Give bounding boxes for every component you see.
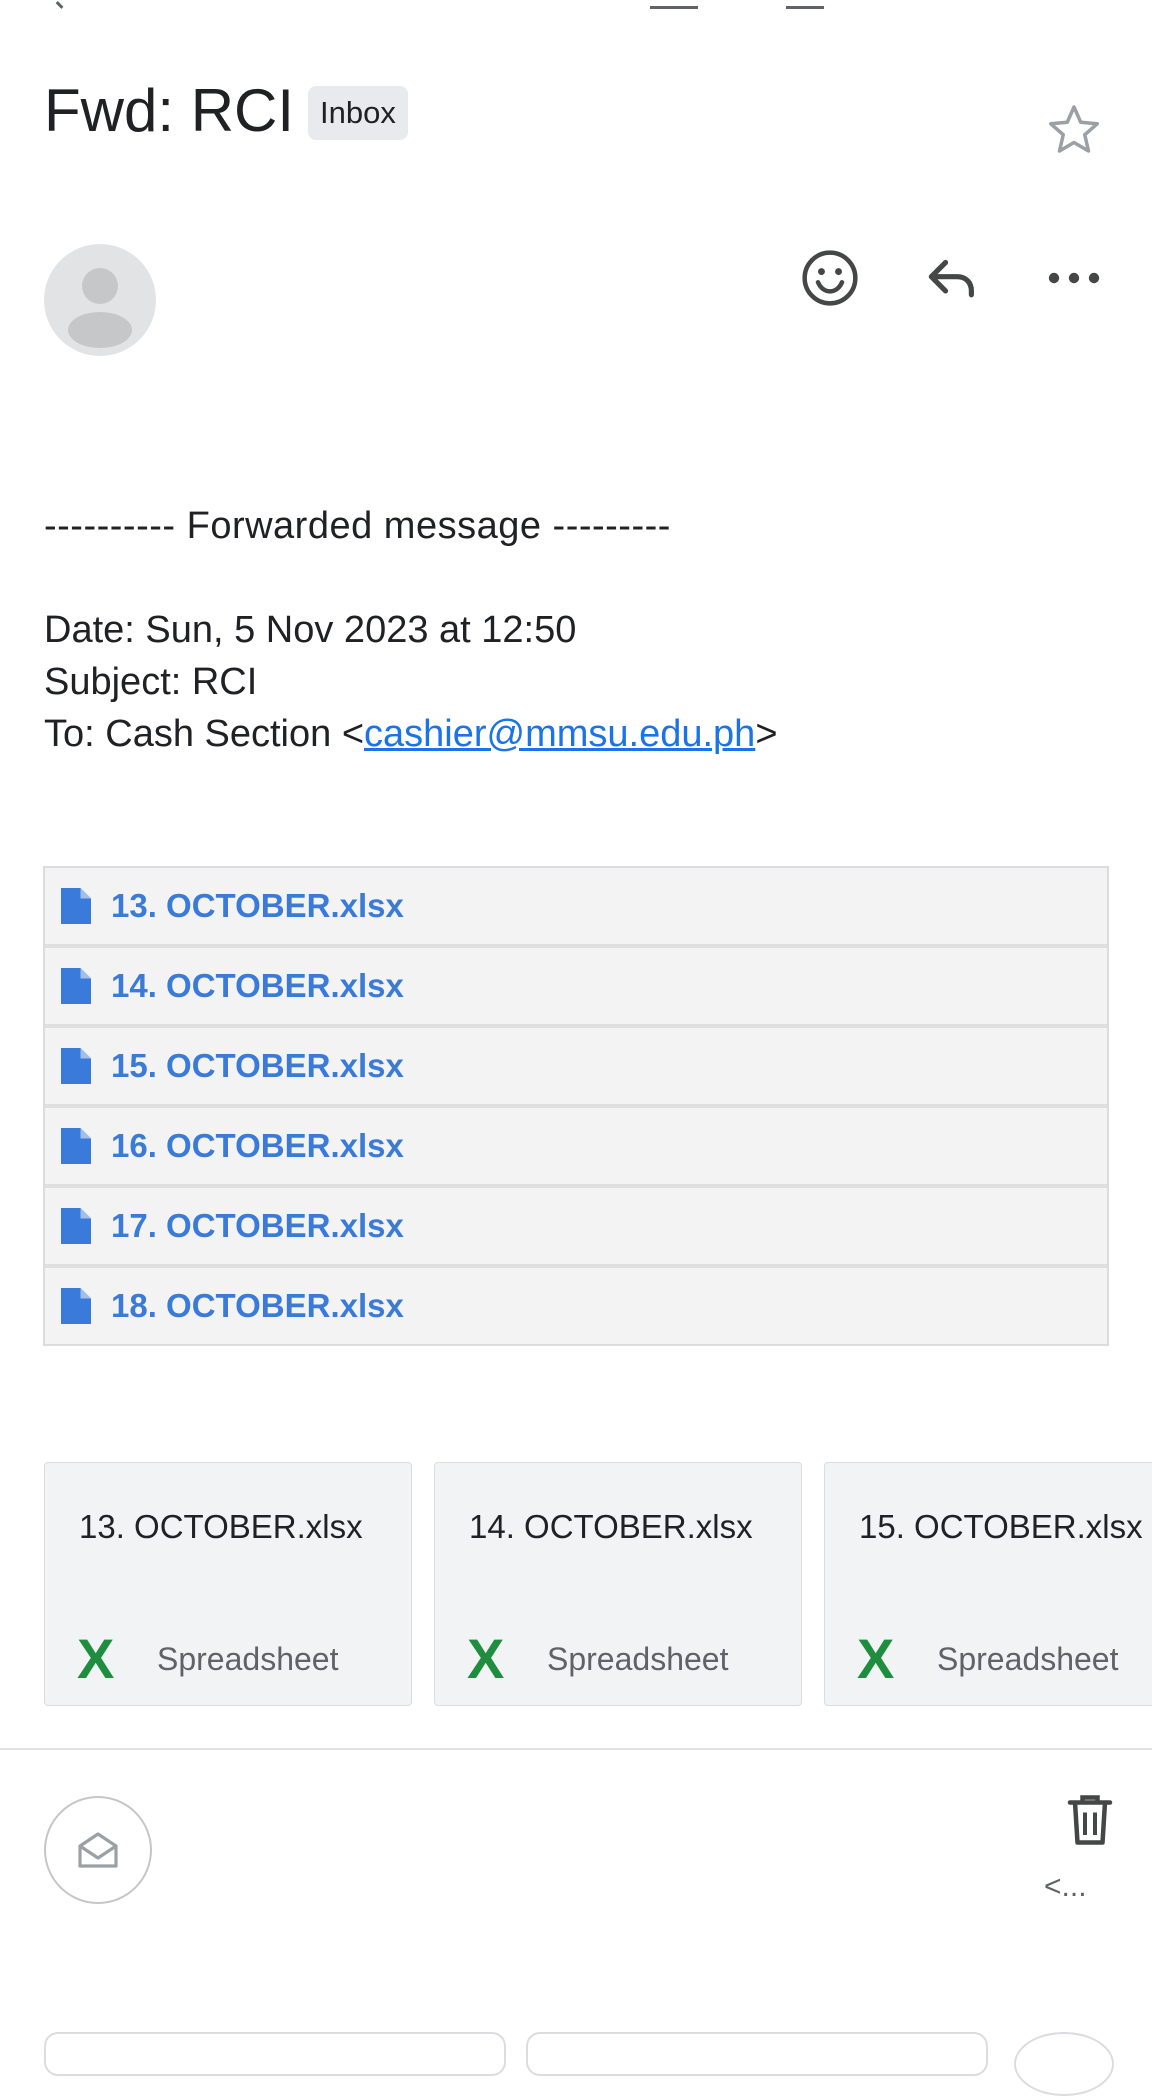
- attachment-list-item[interactable]: 14. OCTOBER.xlsx: [45, 948, 1107, 1028]
- toolbar-remnant-left: [55, 0, 74, 9]
- attachment-link[interactable]: 13. OCTOBER.xlsx: [111, 887, 404, 925]
- attachment-list-item[interactable]: 16. OCTOBER.xlsx: [45, 1108, 1107, 1188]
- inbox-label-chip[interactable]: Inbox: [308, 86, 408, 140]
- sender-avatar-envelope[interactable]: [44, 1796, 152, 1904]
- more-horizontal-icon: [1048, 272, 1100, 284]
- recipient-email-link[interactable]: cashier@mmsu.edu.ph: [364, 713, 755, 755]
- toolbar-remnant-archive[interactable]: [650, 0, 698, 9]
- star-button[interactable]: [1040, 96, 1108, 164]
- toolbar-remnant-delete[interactable]: [786, 0, 824, 9]
- file-icon: [61, 968, 91, 1004]
- date-line: Date: Sun, 5 Nov 2023 at 12:50: [44, 609, 577, 651]
- sender-avatar[interactable]: [44, 244, 156, 356]
- email-subject: Fwd: RCI: [44, 77, 295, 144]
- emoji-action-button[interactable]: [1014, 2032, 1114, 2096]
- attachment-card-name: 15. OCTOBER.xlsx: [859, 1508, 1143, 1545]
- star-icon: [1049, 105, 1099, 153]
- attachment-list-item[interactable]: 13. OCTOBER.xlsx: [45, 868, 1107, 948]
- forwarded-header-block: Date: Sun, 5 Nov 2023 at 12:50 Subject: …: [44, 604, 778, 760]
- attachment-card-type: Spreadsheet: [547, 1641, 729, 1677]
- attachment-card[interactable]: 15. OCTOBER.xlsx X Spreadsheet: [824, 1462, 1152, 1706]
- excel-icon: X: [77, 1627, 115, 1690]
- attachment-card-name: 14. OCTOBER.xlsx: [469, 1508, 753, 1545]
- attachment-link[interactable]: 17. OCTOBER.xlsx: [111, 1207, 404, 1245]
- forwarded-message-line: ---------- Forwarded message ---------: [44, 505, 671, 547]
- to-prefix: To: Cash Section <: [44, 713, 365, 755]
- to-suffix: >: [755, 713, 778, 755]
- excel-icon: X: [857, 1627, 895, 1690]
- to-line: To: Cash Section <cashier@mmsu.edu.ph>: [44, 708, 778, 760]
- attachment-link[interactable]: 18. OCTOBER.xlsx: [111, 1287, 404, 1325]
- attachment-list-item[interactable]: 17. OCTOBER.xlsx: [45, 1188, 1107, 1268]
- file-icon: [61, 1128, 91, 1164]
- attachment-link[interactable]: 16. OCTOBER.xlsx: [111, 1127, 404, 1165]
- attachment-card-name: 13. OCTOBER.xlsx: [79, 1508, 363, 1545]
- attachment-list-item[interactable]: 18. OCTOBER.xlsx: [45, 1268, 1107, 1344]
- reply-button[interactable]: [912, 238, 992, 318]
- attachment-list-item[interactable]: 15. OCTOBER.xlsx: [45, 1028, 1107, 1108]
- attachment-card[interactable]: 14. OCTOBER.xlsx X Spreadsheet: [434, 1462, 802, 1706]
- file-icon: [61, 1288, 91, 1324]
- attachment-card[interactable]: 13. OCTOBER.xlsx X Spreadsheet: [44, 1462, 412, 1706]
- delete-button[interactable]: [1050, 1780, 1130, 1860]
- message-more-indicator[interactable]: <...: [1044, 1870, 1087, 1904]
- trash-icon: [1067, 1795, 1113, 1845]
- file-icon: [61, 888, 91, 924]
- message-divider: [0, 1748, 1152, 1750]
- more-options-button[interactable]: [1034, 238, 1114, 318]
- emoji-icon: [802, 250, 858, 306]
- emoji-reaction-button[interactable]: [790, 238, 870, 318]
- person-icon: [68, 268, 132, 348]
- attachment-list: 13. OCTOBER.xlsx 14. OCTOBER.xlsx 15. OC…: [43, 866, 1109, 1346]
- attachment-link[interactable]: 14. OCTOBER.xlsx: [111, 967, 404, 1005]
- excel-icon: X: [467, 1627, 505, 1690]
- attachment-card-type: Spreadsheet: [157, 1641, 339, 1677]
- subject-line: Subject: RCI: [44, 661, 258, 703]
- forward-action-button[interactable]: [526, 2032, 988, 2076]
- attachment-link[interactable]: 15. OCTOBER.xlsx: [111, 1047, 404, 1085]
- file-icon: [61, 1208, 91, 1244]
- file-icon: [61, 1048, 91, 1084]
- envelope-open-icon: [78, 1832, 118, 1868]
- reply-icon: [928, 259, 974, 298]
- attachment-card-type: Spreadsheet: [937, 1641, 1119, 1677]
- reply-action-button[interactable]: [44, 2032, 506, 2076]
